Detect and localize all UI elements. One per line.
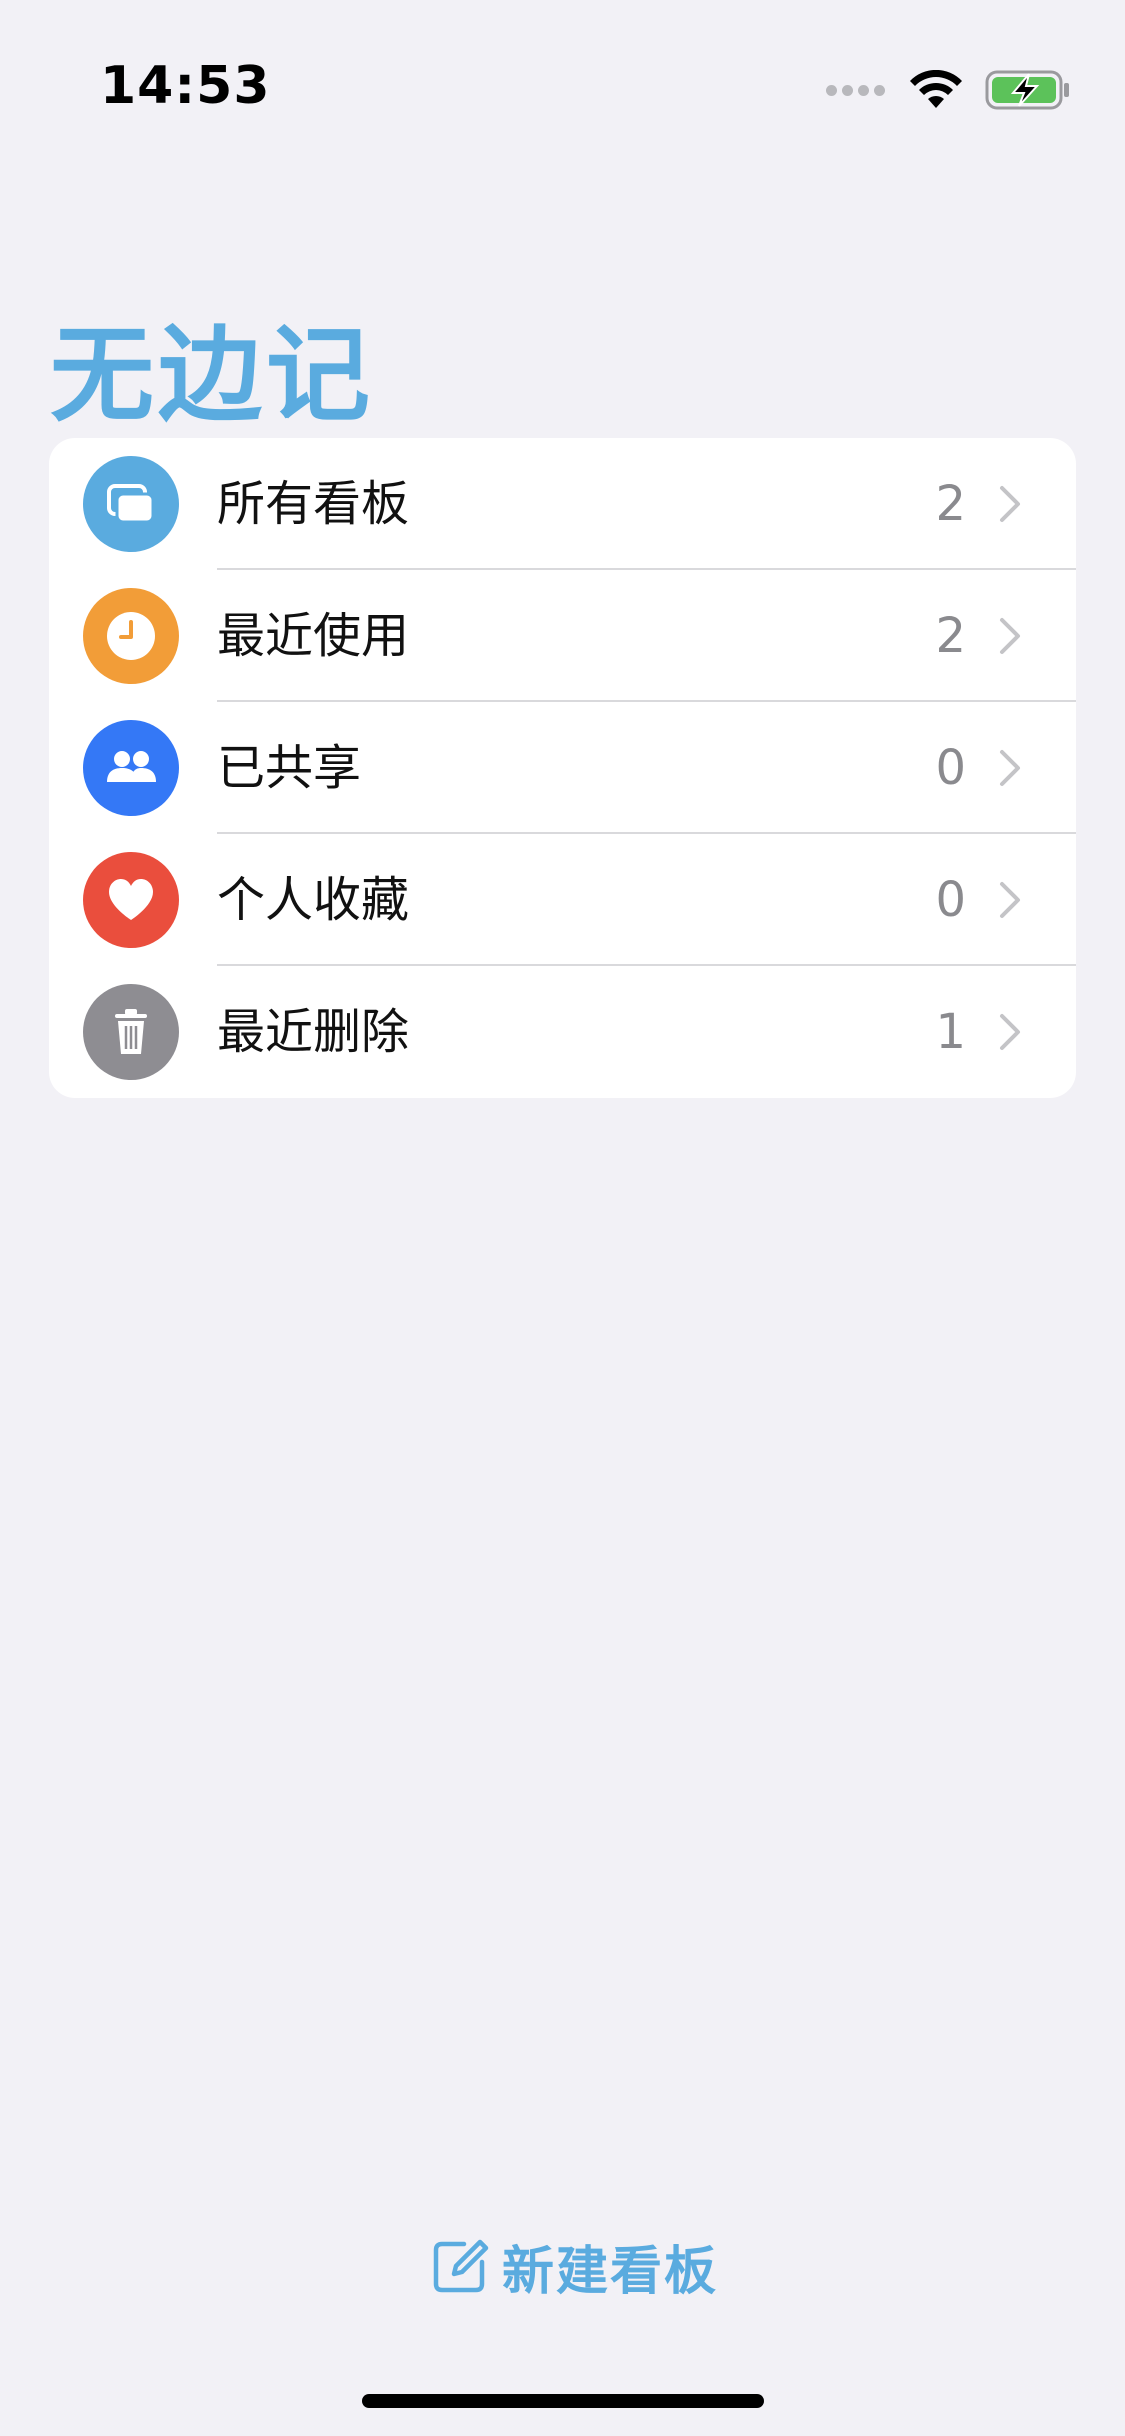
list-item-recent[interactable]: 最近使用 2	[49, 570, 1076, 702]
compose-icon	[433, 2239, 489, 2293]
wifi-icon	[910, 70, 962, 108]
trash-icon	[83, 984, 179, 1080]
new-board-button[interactable]: 新建看板	[428, 2230, 718, 2302]
home-indicator[interactable]	[362, 2394, 764, 2408]
list-item-label: 已共享	[217, 740, 362, 796]
chevron-right-icon	[1000, 882, 1020, 918]
battery-charging-icon	[985, 70, 1069, 110]
list-item-label: 最近删除	[217, 1004, 410, 1060]
cellular-signal-icon	[821, 84, 885, 96]
page-title: 无边记	[50, 314, 375, 436]
library-list: 所有看板 2 最近使用 2 已共享 0 个人收藏 0 最近删除 1	[49, 438, 1076, 1098]
list-item-shared[interactable]: 已共享 0	[49, 702, 1076, 834]
list-item-recently-deleted[interactable]: 最近删除 1	[49, 966, 1076, 1098]
list-item-count: 1	[935, 1004, 966, 1060]
chevron-right-icon	[1000, 486, 1020, 522]
list-item-label: 所有看板	[217, 476, 410, 532]
people-icon	[83, 720, 179, 816]
new-board-label: 新建看板	[502, 2241, 719, 2302]
list-item-count: 2	[935, 608, 966, 664]
heart-icon	[83, 852, 179, 948]
status-bar: 14:53	[0, 0, 1125, 140]
chevron-right-icon	[1000, 750, 1020, 786]
chevron-right-icon	[1000, 1014, 1020, 1050]
list-item-count: 2	[935, 476, 966, 532]
list-item-count: 0	[935, 740, 966, 796]
list-item-label: 最近使用	[217, 608, 410, 664]
boards-icon	[83, 456, 179, 552]
status-icons	[821, 66, 1071, 114]
clock-icon	[83, 588, 179, 684]
list-item-label: 个人收藏	[217, 872, 410, 928]
list-item-favorites[interactable]: 个人收藏 0	[49, 834, 1076, 966]
chevron-right-icon	[1000, 618, 1020, 654]
status-time: 14:53	[100, 56, 271, 116]
list-item-count: 0	[935, 872, 966, 928]
list-item-all-boards[interactable]: 所有看板 2	[49, 438, 1076, 570]
